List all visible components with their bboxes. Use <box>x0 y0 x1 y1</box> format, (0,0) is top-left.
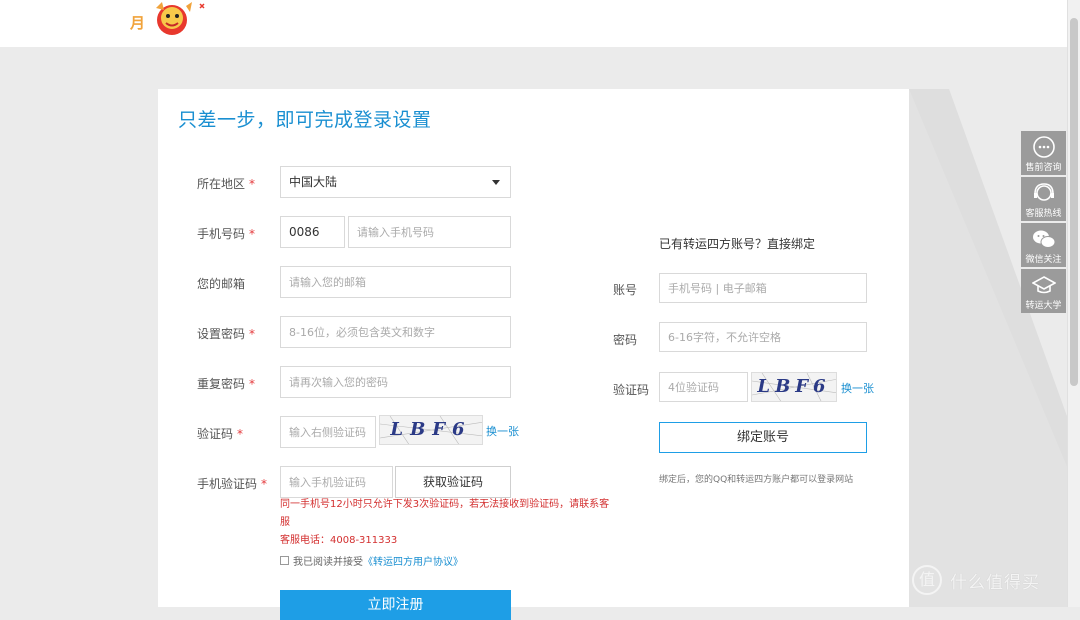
sms-code-label: 手机验证码 * <box>197 477 268 491</box>
sms-warning: 同一手机号12小时只允许下发3次验证码，若无法接收到验证码，请联系客服 客服电话… <box>280 496 610 550</box>
agree-text: 我已阅读并接受 <box>293 557 363 568</box>
captcha-input[interactable] <box>280 416 376 448</box>
sidebar-item-label: 客服热线 <box>1025 209 1062 219</box>
watermark-text: 什么值得买 <box>950 572 1040 593</box>
email-input[interactable] <box>280 266 511 298</box>
captcha-label: 验证码 * <box>197 427 244 441</box>
captcha-image[interactable]: LBF6 <box>379 415 483 445</box>
sms-warning-line: 同一手机号12小时只允许下发3次验证码，若无法接收到验证码，请联系客服 <box>280 499 610 528</box>
agree-checkbox[interactable] <box>280 556 289 565</box>
bind-captcha-image[interactable]: LBF6 <box>751 372 837 402</box>
region-label: 所在地区 * <box>197 177 256 191</box>
graduation-cap-icon <box>1032 276 1056 294</box>
sidebar-item-wechat[interactable]: 微信关注 <box>1021 223 1066 267</box>
register-button[interactable]: 立即注册 <box>280 590 511 620</box>
logo-char: 月 <box>130 14 146 32</box>
bind-captcha-label: 验证码 <box>613 383 650 397</box>
bind-captcha-input[interactable] <box>659 372 748 402</box>
registration-panel: 只差一步，即可完成登录设置 所在地区* 中国大陆 手机号码* 您的邮箱 设置密码… <box>158 89 909 620</box>
mascot-logo[interactable]: 月 <box>126 0 216 42</box>
bind-title: 已有转运四方账号？直接绑定 <box>659 237 816 251</box>
sidebar-item-label: 转运大学 <box>1025 301 1062 311</box>
bind-note: 绑定后，您的QQ和转运四方账户都可以登录网站 <box>659 475 854 485</box>
bind-account-button[interactable]: 绑定账号 <box>659 422 867 453</box>
watermark: 值 什么值得买 <box>912 565 1040 595</box>
bind-account-input[interactable] <box>659 273 867 303</box>
scrollbar-thumb[interactable] <box>1070 18 1078 386</box>
confirm-password-label: 重复密码 * <box>197 377 256 391</box>
password-label: 设置密码 * <box>197 327 256 341</box>
sidebar-item-university[interactable]: 转运大学 <box>1021 269 1066 313</box>
email-label: 您的邮箱 <box>197 277 246 291</box>
bind-password-input[interactable] <box>659 322 867 352</box>
headset-icon <box>1034 183 1054 201</box>
agreement-link[interactable]: 《转运四方用户协议》 <box>363 553 463 568</box>
phone-label: 手机号码 * <box>197 227 256 241</box>
sidebar-item-presales[interactable]: 售前咨询 <box>1021 131 1066 175</box>
region-value: 中国大陆 <box>289 175 338 189</box>
page-title: 只差一步，即可完成登录设置 <box>178 109 432 131</box>
bind-captcha-text: LBF6 <box>757 376 831 397</box>
get-sms-code-button[interactable]: 获取验证码 <box>395 466 511 498</box>
sms-code-input[interactable] <box>280 466 393 498</box>
bind-captcha-refresh-link[interactable]: 换一张 <box>841 380 874 396</box>
top-header: 月 <box>0 0 1068 47</box>
agreement-row: 我已阅读并接受 《转运四方用户协议》 <box>280 553 463 568</box>
captcha-refresh-link[interactable]: 换一张 <box>486 423 519 439</box>
page-scrollbar[interactable] <box>1067 0 1080 607</box>
sidebar-item-label: 微信关注 <box>1025 255 1062 265</box>
wechat-icon <box>1033 230 1056 248</box>
hotline-line: 客服电话：4008-311333 <box>280 535 398 546</box>
bind-account-label: 账号 <box>613 283 638 297</box>
watermark-icon: 值 <box>912 565 942 595</box>
phone-input[interactable] <box>348 216 511 248</box>
sidebar-item-hotline[interactable]: 客服热线 <box>1021 177 1066 221</box>
password-input[interactable] <box>280 316 511 348</box>
region-select[interactable]: 中国大陆 <box>280 166 511 198</box>
country-code-input[interactable] <box>280 216 345 248</box>
bind-password-label: 密码 <box>613 333 638 347</box>
sidebar-item-label: 售前咨询 <box>1025 163 1062 173</box>
chevron-down-icon <box>492 180 500 185</box>
chat-bubble-icon <box>1033 136 1055 158</box>
captcha-text: LBF6 <box>390 419 472 440</box>
confirm-password-input[interactable] <box>280 366 511 398</box>
